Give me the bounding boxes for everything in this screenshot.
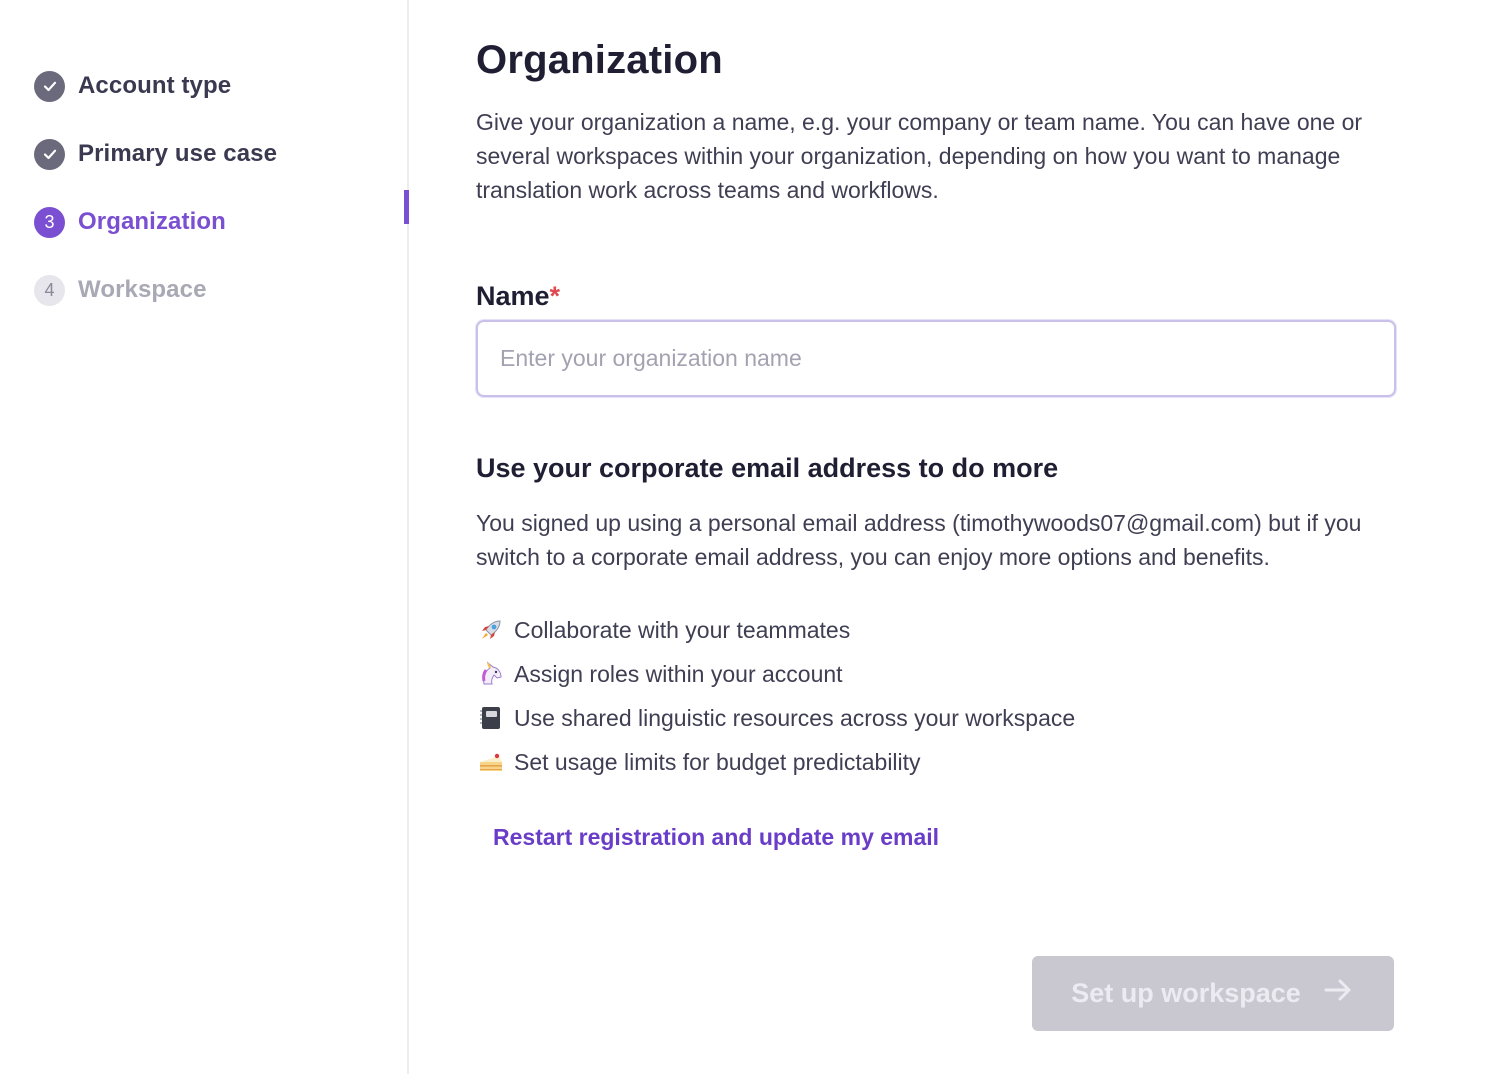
organization-name-input[interactable] xyxy=(476,320,1396,397)
intro-text: Give your organization a name, e.g. your… xyxy=(476,109,1363,203)
step-label: Organization xyxy=(78,208,226,235)
check-icon xyxy=(34,138,65,170)
restart-registration-link[interactable]: Restart registration and update my email xyxy=(493,824,939,851)
required-mark: * xyxy=(549,281,561,311)
list-item: Collaborate with your teammates xyxy=(476,608,1502,652)
arrow-right-icon xyxy=(1321,973,1355,1014)
step-label: Account type xyxy=(78,72,232,99)
benefit-text: Use shared linguistic resources across y… xyxy=(514,704,1076,731)
page-title: Organization xyxy=(476,38,723,82)
cta-label: Set up workspace xyxy=(1071,978,1301,1008)
benefit-text: Set usage limits for budget predictabili… xyxy=(514,748,921,775)
list-item: Assign roles within your account xyxy=(476,652,1502,696)
step-number-badge: 3 xyxy=(34,206,65,238)
step-organization[interactable]: 3 Organization xyxy=(0,188,407,256)
step-account-type[interactable]: Account type xyxy=(0,52,407,120)
benefits-list: Collaborate with your teammates Assign r… xyxy=(476,608,1502,784)
unicorn-icon xyxy=(476,659,506,689)
step-primary-use-case[interactable]: Primary use case xyxy=(0,120,407,188)
notebook-icon xyxy=(476,703,506,733)
name-field-label: Name* xyxy=(476,281,1502,312)
cake-icon xyxy=(476,747,506,777)
corporate-email-heading: Use your corporate email address to do m… xyxy=(476,453,1059,483)
step-label: Workspace xyxy=(78,276,207,303)
benefit-text: Collaborate with your teammates xyxy=(514,616,851,643)
list-item: Use shared linguistic resources across y… xyxy=(476,696,1502,740)
name-label-text: Name xyxy=(476,281,550,311)
steps-sidebar: Account type Primary use case 3 Organiza… xyxy=(0,0,409,1074)
step-label: Primary use case xyxy=(78,140,278,167)
check-icon xyxy=(34,70,65,102)
step-number-badge: 4 xyxy=(34,274,65,306)
corporate-email-text: You signed up using a personal email add… xyxy=(476,510,1362,570)
list-item: Set usage limits for budget predictabili… xyxy=(476,740,1502,784)
benefit-text: Assign roles within your account xyxy=(514,660,843,687)
step-workspace: 4 Workspace xyxy=(0,256,407,324)
main-content: Organization Give your organization a na… xyxy=(409,0,1502,1074)
rocket-icon xyxy=(476,615,506,645)
set-up-workspace-button[interactable]: Set up workspace xyxy=(1032,956,1394,1031)
